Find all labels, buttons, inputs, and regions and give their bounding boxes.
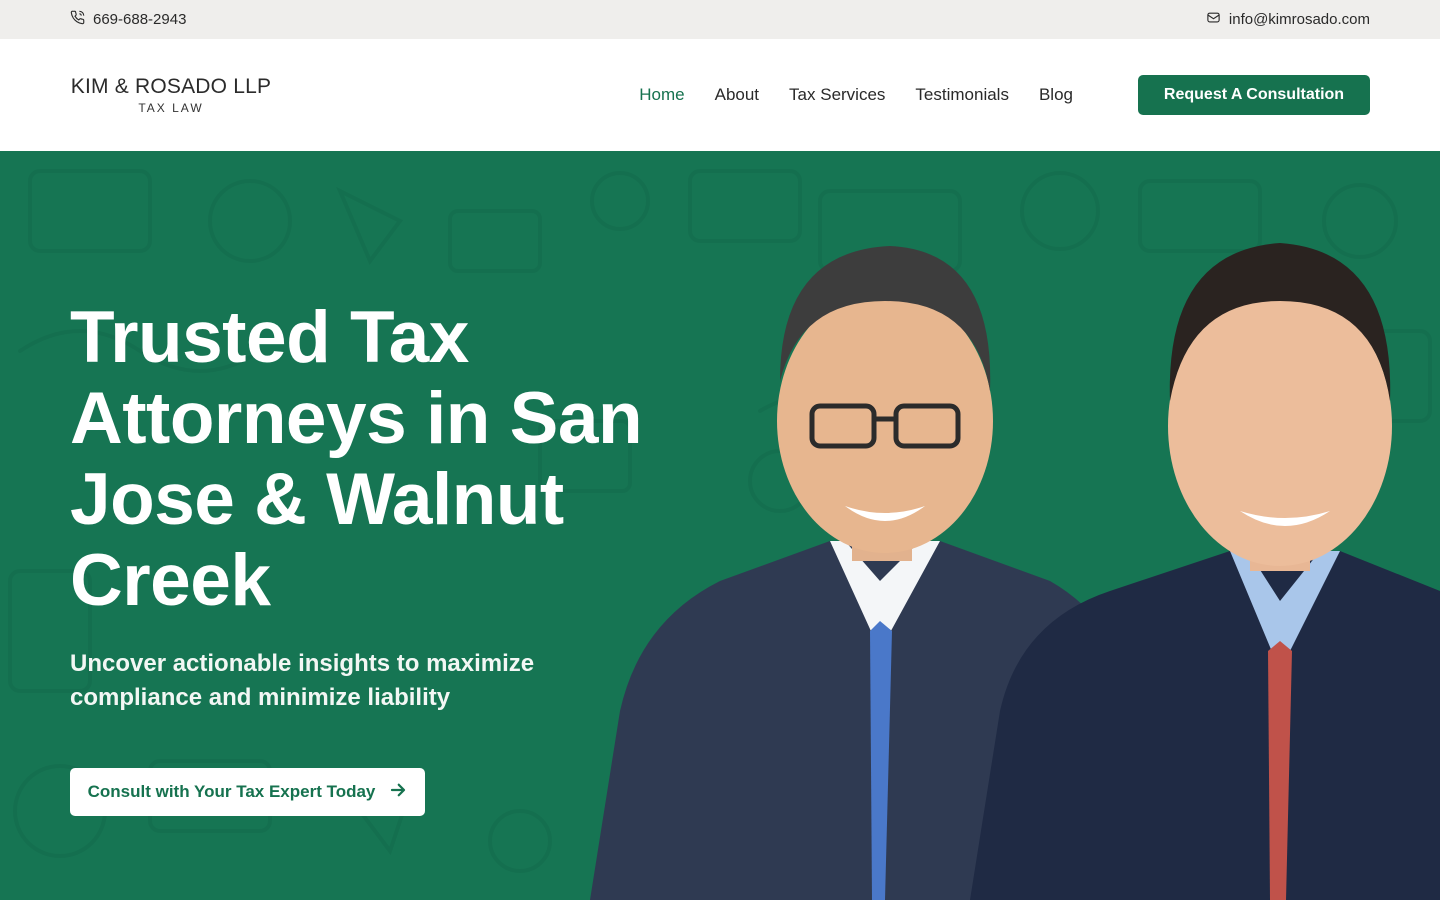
consult-button-label: Consult with Your Tax Expert Today: [87, 782, 376, 801]
email-contact[interactable]: info@kimrosado.com: [1206, 10, 1370, 29]
nav-links: Home About Tax Services Testimonials Blo…: [639, 85, 1073, 105]
nav-item-about[interactable]: About: [715, 85, 759, 105]
mail-icon: [1206, 10, 1221, 29]
email-address[interactable]: info@kimrosado.com: [1229, 11, 1370, 28]
top-contact-bar: 669-688-2943 info@kimrosado.com: [0, 0, 1440, 39]
hero-subtitle: Uncover actionable insights to maximize …: [70, 650, 535, 711]
request-consultation-button[interactable]: Request A Consultation: [1138, 75, 1370, 115]
site-header: KIM & ROSADO LLP TAX LAW Home About Tax …: [0, 39, 1440, 151]
arrow-right-icon: [389, 781, 407, 804]
phone-icon: [70, 10, 85, 29]
hero-section: Trusted Tax Attorneys in San Jose & Waln…: [0, 151, 1440, 900]
logo-tagline: TAX LAW: [138, 101, 204, 115]
nav-item-tax-services[interactable]: Tax Services: [789, 85, 885, 105]
main-navigation: Home About Tax Services Testimonials Blo…: [639, 75, 1370, 115]
consult-tax-expert-button[interactable]: Consult with Your Tax Expert Today: [70, 768, 425, 816]
nav-item-home[interactable]: Home: [639, 85, 684, 105]
site-logo[interactable]: KIM & ROSADO LLP TAX LAW: [70, 75, 272, 115]
phone-number[interactable]: 669-688-2943: [93, 11, 186, 28]
phone-contact[interactable]: 669-688-2943: [70, 10, 186, 29]
nav-item-blog[interactable]: Blog: [1039, 85, 1073, 105]
nav-item-testimonials[interactable]: Testimonials: [915, 85, 1009, 105]
logo-name: KIM & ROSADO LLP: [70, 75, 272, 98]
attorneys-photo: [590, 243, 1440, 900]
